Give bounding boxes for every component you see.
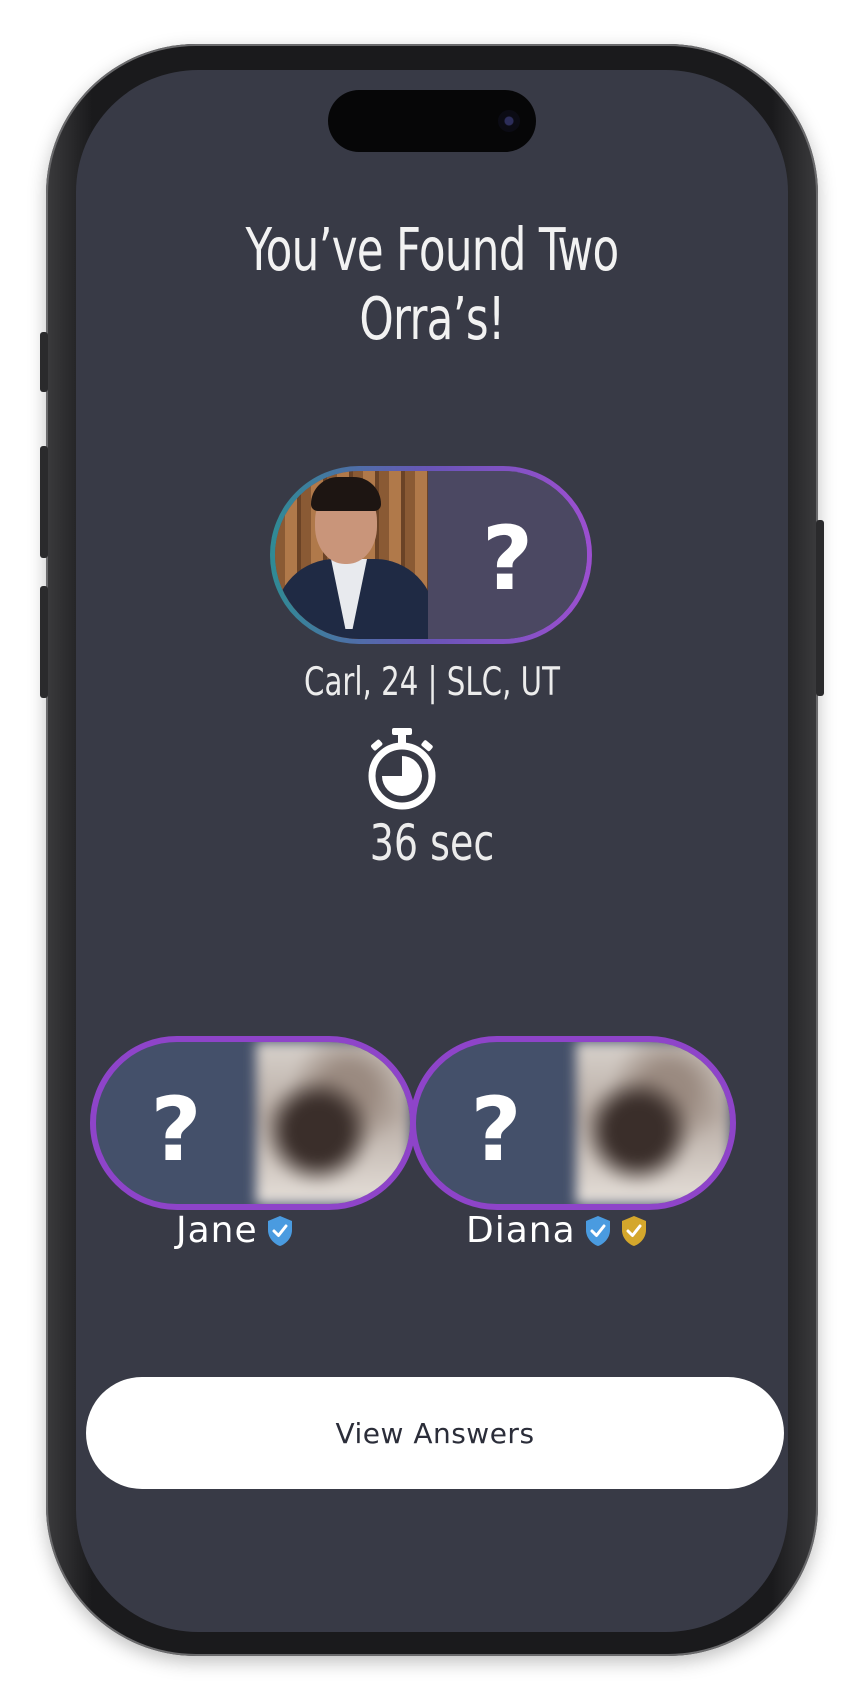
stopwatch-icon	[368, 728, 436, 810]
front-camera-icon	[498, 110, 520, 132]
person-hair	[311, 477, 381, 511]
gold-verified-shield-icon	[621, 1215, 646, 1246]
blurred-photo	[576, 1042, 730, 1204]
match-card-diana[interactable]: ?	[410, 1036, 736, 1210]
timer-label: 36 sec	[369, 814, 495, 872]
power-button	[816, 520, 824, 696]
unknown-half: ?	[428, 471, 587, 639]
action-button	[40, 332, 48, 392]
match-name-label: Jane	[176, 1210, 258, 1251]
dynamic-island	[328, 90, 536, 152]
match-card-jane[interactable]: ?	[90, 1036, 416, 1210]
blurred-photo	[256, 1042, 410, 1204]
match-name-label: Diana	[466, 1210, 576, 1251]
profile-photo	[275, 471, 428, 639]
view-answers-button[interactable]: View Answers	[86, 1377, 784, 1489]
blue-verified-shield-icon	[585, 1215, 610, 1246]
question-mark-icon: ?	[150, 1078, 202, 1181]
volume-down-button	[40, 586, 48, 698]
volume-up-button	[40, 446, 48, 558]
profile-card[interactable]: ?	[270, 466, 592, 644]
page-title: You’ve Found Two Orra’s!	[245, 215, 620, 353]
match-name-jane: Jane	[176, 1210, 294, 1251]
question-mark-icon: ?	[481, 507, 534, 610]
screen: You’ve Found Two Orra’s! ? Carl, 24 | SL…	[76, 70, 788, 1632]
match-name-diana: Diana	[466, 1210, 648, 1251]
profile-caption: Carl, 24 | SLC, UT	[304, 660, 560, 705]
question-mark-icon: ?	[470, 1078, 522, 1181]
blue-verified-shield-icon	[267, 1215, 292, 1246]
